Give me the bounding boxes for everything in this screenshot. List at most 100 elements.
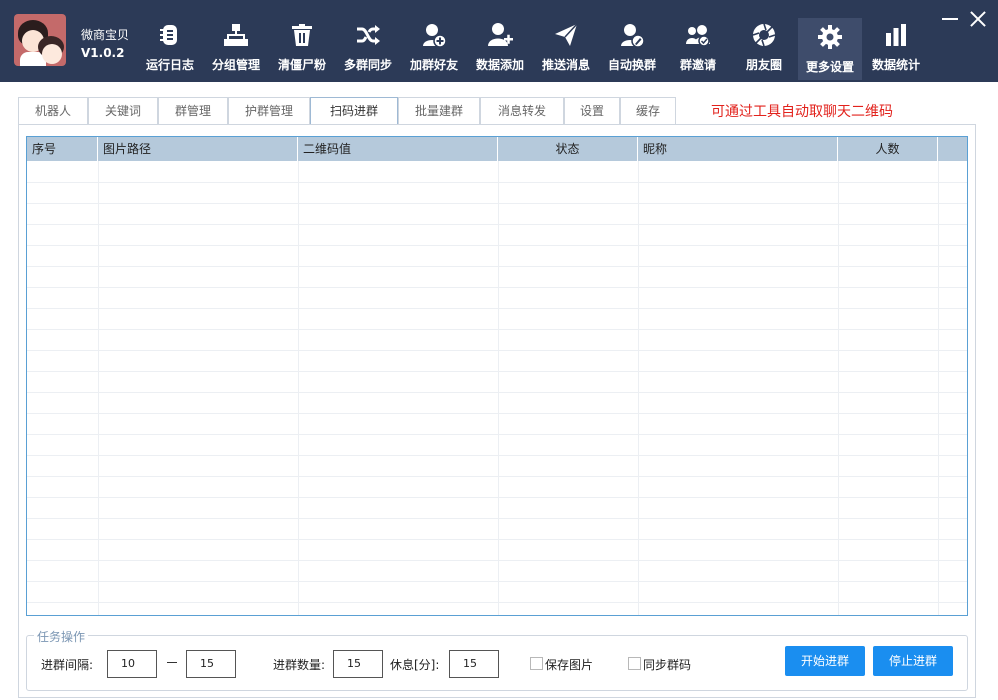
table-row-divider	[27, 203, 967, 204]
table-row-divider	[27, 497, 967, 498]
toolbar-label: 自动换群	[607, 58, 656, 72]
toolbar-label: 群邀请	[679, 58, 716, 72]
table-row-divider	[27, 539, 967, 540]
table-column-divider	[838, 161, 839, 615]
toolbar-add-group-friend[interactable]: 加群好友	[402, 16, 466, 78]
table-row-divider	[27, 581, 967, 582]
table-row-divider	[27, 245, 967, 246]
table-header: 序号 图片路径 二维码值 状态 昵称 人数	[27, 137, 967, 161]
column-header-index[interactable]: 序号	[27, 137, 98, 161]
minimize-button[interactable]	[941, 10, 959, 28]
log-icon	[157, 22, 183, 48]
table-row-divider	[27, 560, 967, 561]
toolbar-label: 数据添加	[475, 58, 524, 72]
start-join-button[interactable]: 开始进群	[785, 646, 865, 676]
app-name: 微商宝贝	[81, 28, 130, 42]
tab-hint-text: 可通过工具自动取聊天二维码	[711, 104, 893, 120]
table-body	[27, 161, 967, 615]
bar-chart-icon	[883, 22, 909, 48]
column-header-filler	[938, 137, 967, 161]
toolbar-clean-zombie[interactable]: 清僵尸粉	[270, 16, 334, 78]
gear-icon	[817, 24, 843, 50]
group-invite-icon	[685, 22, 711, 48]
close-button[interactable]	[969, 10, 987, 28]
table-column-divider	[638, 161, 639, 615]
table-row-divider	[27, 287, 967, 288]
title-bar: 微商宝贝 V1.0.2 运行日志 分组管理 清僵尸粉 多群同步 加群好友 数据添…	[0, 0, 998, 82]
toolbar-more-settings[interactable]: 更多设置	[798, 18, 862, 80]
sync-group-code-label[interactable]: 同步群码	[643, 656, 691, 673]
toolbar-group-invite[interactable]: 群邀请	[666, 16, 730, 78]
table-row-divider	[27, 308, 967, 309]
camera-aperture-icon	[751, 22, 777, 48]
tab-keywords[interactable]: 关键词	[88, 97, 158, 124]
add-friend-icon	[421, 22, 447, 48]
toolbar-moments[interactable]: 朋友圈	[732, 16, 796, 78]
table-row-divider	[27, 455, 967, 456]
table-column-divider	[98, 161, 99, 615]
shuffle-icon	[355, 22, 381, 48]
table-row-divider	[27, 413, 967, 414]
toolbar-label: 清僵尸粉	[277, 58, 326, 72]
interval-max-input[interactable]: 15	[186, 650, 236, 678]
toolbar-push-message[interactable]: 推送消息	[534, 16, 598, 78]
user-edit-icon	[619, 22, 645, 48]
toolbar-data-add[interactable]: 数据添加	[468, 16, 532, 78]
toolbar-data-stats[interactable]: 数据统计	[864, 16, 928, 78]
toolbar-auto-switch-group[interactable]: 自动换群	[600, 16, 664, 78]
toolbar-label: 加群好友	[409, 58, 458, 72]
add-user-icon	[487, 22, 513, 48]
save-image-label[interactable]: 保存图片	[545, 656, 593, 673]
table-row-divider	[27, 602, 967, 603]
interval-min-input[interactable]: 10	[107, 650, 157, 678]
stop-join-button[interactable]: 停止进群	[873, 646, 953, 676]
tab-message-forward[interactable]: 消息转发	[480, 97, 564, 124]
table-row-divider	[27, 329, 967, 330]
toolbar-label: 朋友圈	[745, 58, 782, 72]
toolbar-label: 运行日志	[145, 58, 194, 72]
qr-join-table[interactable]: 序号 图片路径 二维码值 状态 昵称 人数	[26, 136, 968, 616]
toolbar-group-manage[interactable]: 分组管理	[204, 16, 268, 78]
table-column-divider	[298, 161, 299, 615]
toolbar-multi-sync[interactable]: 多群同步	[336, 16, 400, 78]
toolbar-label: 分组管理	[211, 58, 260, 72]
toolbar-run-log[interactable]: 运行日志	[138, 16, 202, 78]
tab-group-protect[interactable]: 护群管理	[228, 97, 310, 124]
trash-icon	[289, 22, 315, 48]
toolbar-label: 数据统计	[871, 58, 920, 72]
table-row-divider	[27, 518, 967, 519]
table-row-divider	[27, 224, 967, 225]
hierarchy-icon	[223, 22, 249, 48]
rest-minutes-label: 休息[分]:	[390, 658, 440, 672]
column-header-status[interactable]: 状态	[498, 137, 638, 161]
tab-settings[interactable]: 设置	[564, 97, 620, 124]
tab-scan-join[interactable]: 扫码进群	[310, 97, 398, 125]
toolbar-label: 推送消息	[541, 58, 590, 72]
save-image-checkbox[interactable]	[530, 657, 543, 670]
sync-group-code-checkbox[interactable]	[628, 657, 641, 670]
app-version: V1.0.2	[81, 46, 125, 60]
table-row-divider	[27, 266, 967, 267]
toolbar-label: 更多设置	[805, 60, 854, 74]
table-column-divider	[498, 161, 499, 615]
range-separator	[167, 662, 177, 663]
toolbar-label: 多群同步	[343, 58, 392, 72]
table-row-divider	[27, 371, 967, 372]
table-row-divider	[27, 434, 967, 435]
column-header-member-count[interactable]: 人数	[838, 137, 938, 161]
table-column-divider	[938, 161, 939, 615]
column-header-image-path[interactable]: 图片路径	[98, 137, 298, 161]
interval-label: 进群间隔:	[41, 658, 94, 672]
rest-minutes-input[interactable]: 15	[449, 650, 499, 678]
column-header-nickname[interactable]: 昵称	[638, 137, 838, 161]
tab-group-manage[interactable]: 群管理	[158, 97, 228, 124]
column-header-qr-value[interactable]: 二维码值	[298, 137, 498, 161]
tab-robot[interactable]: 机器人	[18, 97, 88, 124]
table-row-divider	[27, 350, 967, 351]
task-operations-title: 任务操作	[34, 628, 89, 645]
table-row-divider	[27, 182, 967, 183]
join-count-input[interactable]: 15	[333, 650, 383, 678]
tab-batch-create[interactable]: 批量建群	[398, 97, 480, 124]
tab-cache[interactable]: 缓存	[620, 97, 676, 124]
app-logo	[14, 14, 66, 66]
